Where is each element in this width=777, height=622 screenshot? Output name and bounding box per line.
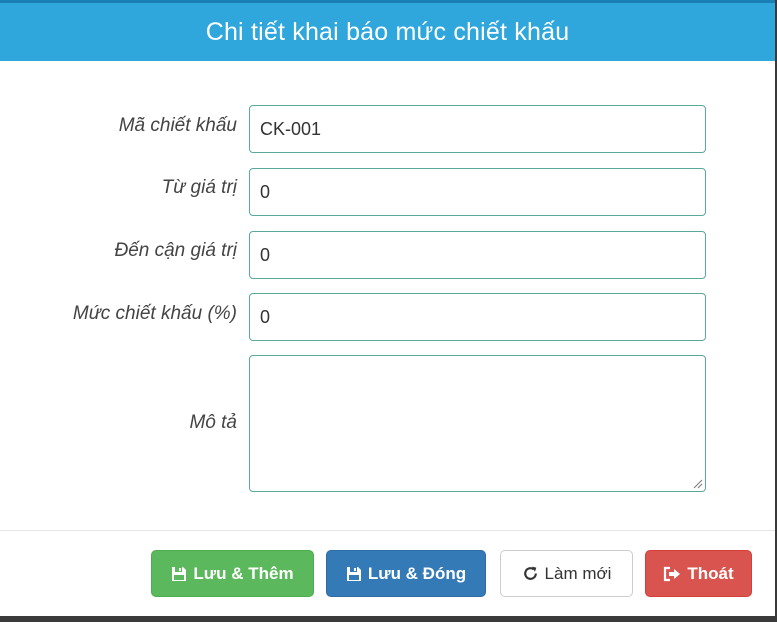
exit-label: Thoát <box>687 563 734 583</box>
footer-divider <box>0 530 775 531</box>
description-label: Mô tả <box>189 412 237 433</box>
from-value-input[interactable]: 0 <box>249 168 706 216</box>
discount-detail-dialog: Chi tiết khai báo mức chiết khấu Mã chiế… <box>0 0 777 622</box>
save-and-close-button[interactable]: Lưu & Đóng <box>326 550 486 597</box>
discount-rate-label: Mức chiết khấu (%) <box>72 303 237 324</box>
discount-code-input[interactable]: CK-001 <box>249 105 706 153</box>
from-value-label: Từ giá trị <box>161 177 237 198</box>
floppy-disk-icon <box>171 566 187 582</box>
refresh-button[interactable]: Làm mới <box>500 550 633 597</box>
to-value-input[interactable]: 0 <box>249 231 706 279</box>
to-value-label: Đến cận giá trị <box>114 240 237 261</box>
floppy-disk-icon <box>346 566 362 582</box>
resize-grip-icon[interactable] <box>693 479 703 489</box>
exit-button[interactable]: Thoát <box>645 550 752 597</box>
discount-rate-input[interactable]: 0 <box>249 293 706 341</box>
dialog-header: Chi tiết khai báo mức chiết khấu <box>0 0 775 61</box>
sign-out-icon <box>663 566 681 582</box>
save-and-add-button[interactable]: Lưu & Thêm <box>151 550 314 597</box>
save-and-close-label: Lưu & Đóng <box>367 563 467 583</box>
dialog-title: Chi tiết khai báo mức chiết khấu <box>205 17 570 46</box>
refresh-icon <box>522 565 539 582</box>
save-and-add-label: Lưu & Thêm <box>193 563 294 583</box>
refresh-label: Làm mới <box>544 563 612 583</box>
description-textarea[interactable] <box>249 355 706 492</box>
discount-code-label: Mã chiết khấu <box>118 115 237 136</box>
